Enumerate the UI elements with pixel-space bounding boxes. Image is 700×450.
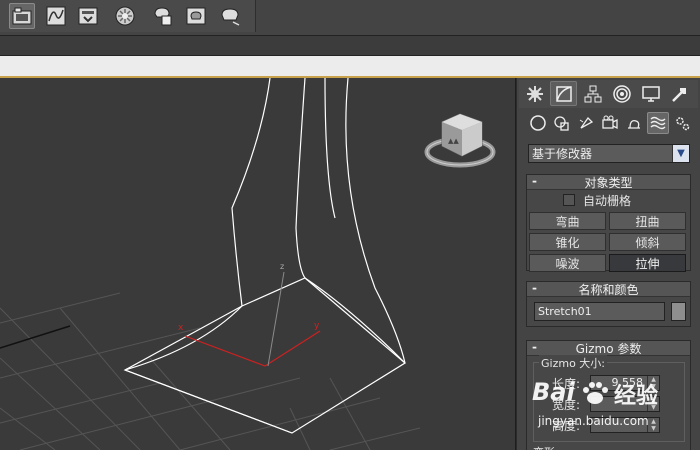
spinner-arrows-icon[interactable]: ▲ ▼	[647, 418, 659, 432]
command-panel-tabs	[519, 80, 698, 108]
home-grid	[0, 292, 421, 450]
height-spinner[interactable]: ▲ ▼	[590, 417, 660, 433]
collapse-icon[interactable]: -	[532, 340, 537, 354]
geometry-icon[interactable]	[527, 112, 549, 134]
length-value: 9.558	[611, 376, 644, 389]
autogrid-checkbox[interactable]	[563, 194, 575, 206]
secondary-toolbar	[0, 36, 700, 56]
shapes-icon[interactable]	[551, 112, 573, 134]
object-name-field[interactable]: Stretch01	[534, 302, 665, 321]
object-type-title: 对象类型	[584, 175, 633, 190]
render-setup-icon[interactable]	[75, 3, 101, 29]
stretch-gizmo[interactable]	[184, 330, 321, 367]
gizmo-parameters-rollout: - Gizmo 参数 Gizmo 大小: 长度: 9.558 ▲ ▼ 宽度: ▲ ▼…	[526, 340, 691, 450]
stretch-wireframe[interactable]	[123, 78, 407, 434]
modifier-type-button[interactable]: 锥化	[529, 233, 606, 251]
gizmo-z-label: z	[280, 262, 284, 271]
render-frame-icon[interactable]	[149, 3, 175, 29]
object-type-rollout-header[interactable]: - 对象类型	[527, 174, 690, 190]
lights-icon[interactable]	[575, 112, 597, 134]
command-panel: 基于修改器 ▼ - 对象类型 自动栅格 弯曲 扭曲 锥化 倾斜 噪波 拉伸 - 名称和颜色…	[517, 78, 700, 450]
grid-axis-line	[0, 325, 71, 349]
spinner-arrows-icon[interactable]: ▲ ▼	[647, 397, 659, 411]
gizmo-size-title: Gizmo 大小:	[539, 355, 608, 371]
gizmo-size-group: Gizmo 大小: 长度: 9.558 ▲ ▼ 宽度: ▲ ▼ 高度: ▲ ▼	[533, 355, 685, 442]
object-type-rollout: - 对象类型 自动栅格 弯曲 扭曲 锥化 倾斜 噪波 拉伸	[526, 174, 691, 272]
length-label: 长度:	[552, 377, 581, 391]
gizmo-rollout-header[interactable]: - Gizmo 参数	[527, 340, 690, 356]
create-subcategory-tabs	[519, 110, 698, 136]
modifier-type-button[interactable]: 倾斜	[609, 233, 686, 251]
cameras-icon[interactable]	[599, 112, 621, 134]
utilities-tab[interactable]	[666, 81, 693, 106]
chevron-down-icon[interactable]: ▼	[672, 145, 689, 162]
modifier-type-button[interactable]: 扭曲	[609, 212, 686, 230]
name-color-rollout: - 名称和颜色 Stretch01	[526, 281, 691, 327]
modifier-category-dropdown[interactable]: 基于修改器 ▼	[528, 144, 690, 163]
gizmo-x-label: x	[178, 323, 184, 333]
hierarchy-tab[interactable]	[579, 81, 606, 106]
name-color-title: 名称和颜色	[578, 282, 639, 297]
autogrid-label: 自动栅格	[583, 194, 632, 208]
object-color-swatch[interactable]	[671, 302, 686, 321]
perspective-viewport[interactable]: x y z ▲▲	[0, 78, 516, 450]
modifier-type-button[interactable]: 弯曲	[529, 212, 606, 230]
collapse-icon[interactable]: -	[532, 174, 537, 188]
dropdown-selected-value: 基于修改器	[532, 147, 593, 161]
create-tab[interactable]	[521, 81, 548, 106]
motion-tab[interactable]	[608, 81, 635, 106]
material-editor-icon[interactable]	[112, 3, 138, 29]
name-color-rollout-header[interactable]: - 名称和颜色	[527, 281, 690, 297]
modify-tab[interactable]	[550, 81, 577, 106]
display-tab[interactable]	[637, 81, 664, 106]
collapse-icon[interactable]: -	[532, 281, 537, 295]
render-toolbar-group	[0, 0, 256, 32]
svg-text:▲▲: ▲▲	[448, 137, 459, 145]
modifier-type-button[interactable]: 拉伸	[609, 254, 686, 272]
deformation-section-label: 变形	[533, 444, 555, 450]
ribbon-bar	[0, 56, 700, 78]
viewcube-icon[interactable]: ▲▲	[424, 113, 496, 168]
schematic-view-icon[interactable]	[9, 3, 35, 29]
render-iterative-icon[interactable]	[217, 3, 243, 29]
render-icon[interactable]	[183, 3, 209, 29]
gizmo-title: Gizmo 参数	[575, 341, 642, 356]
width-spinner[interactable]: ▲ ▼	[590, 396, 660, 412]
helpers-icon[interactable]	[623, 112, 645, 134]
spinner-arrows-icon[interactable]: ▲ ▼	[647, 376, 659, 390]
height-label: 高度:	[552, 419, 581, 433]
viewport-scene: x y z ▲▲	[0, 78, 496, 450]
width-label: 宽度:	[552, 398, 581, 412]
curve-editor-icon[interactable]	[43, 3, 69, 29]
modifier-type-button[interactable]: 噪波	[529, 254, 606, 272]
main-toolbar	[0, 0, 700, 36]
gizmo-y-label: y	[314, 321, 320, 331]
gizmo-z-axis	[267, 271, 285, 367]
systems-icon[interactable]	[671, 112, 693, 134]
space-warps-icon[interactable]	[647, 112, 669, 134]
length-spinner[interactable]: 9.558 ▲ ▼	[590, 375, 660, 391]
